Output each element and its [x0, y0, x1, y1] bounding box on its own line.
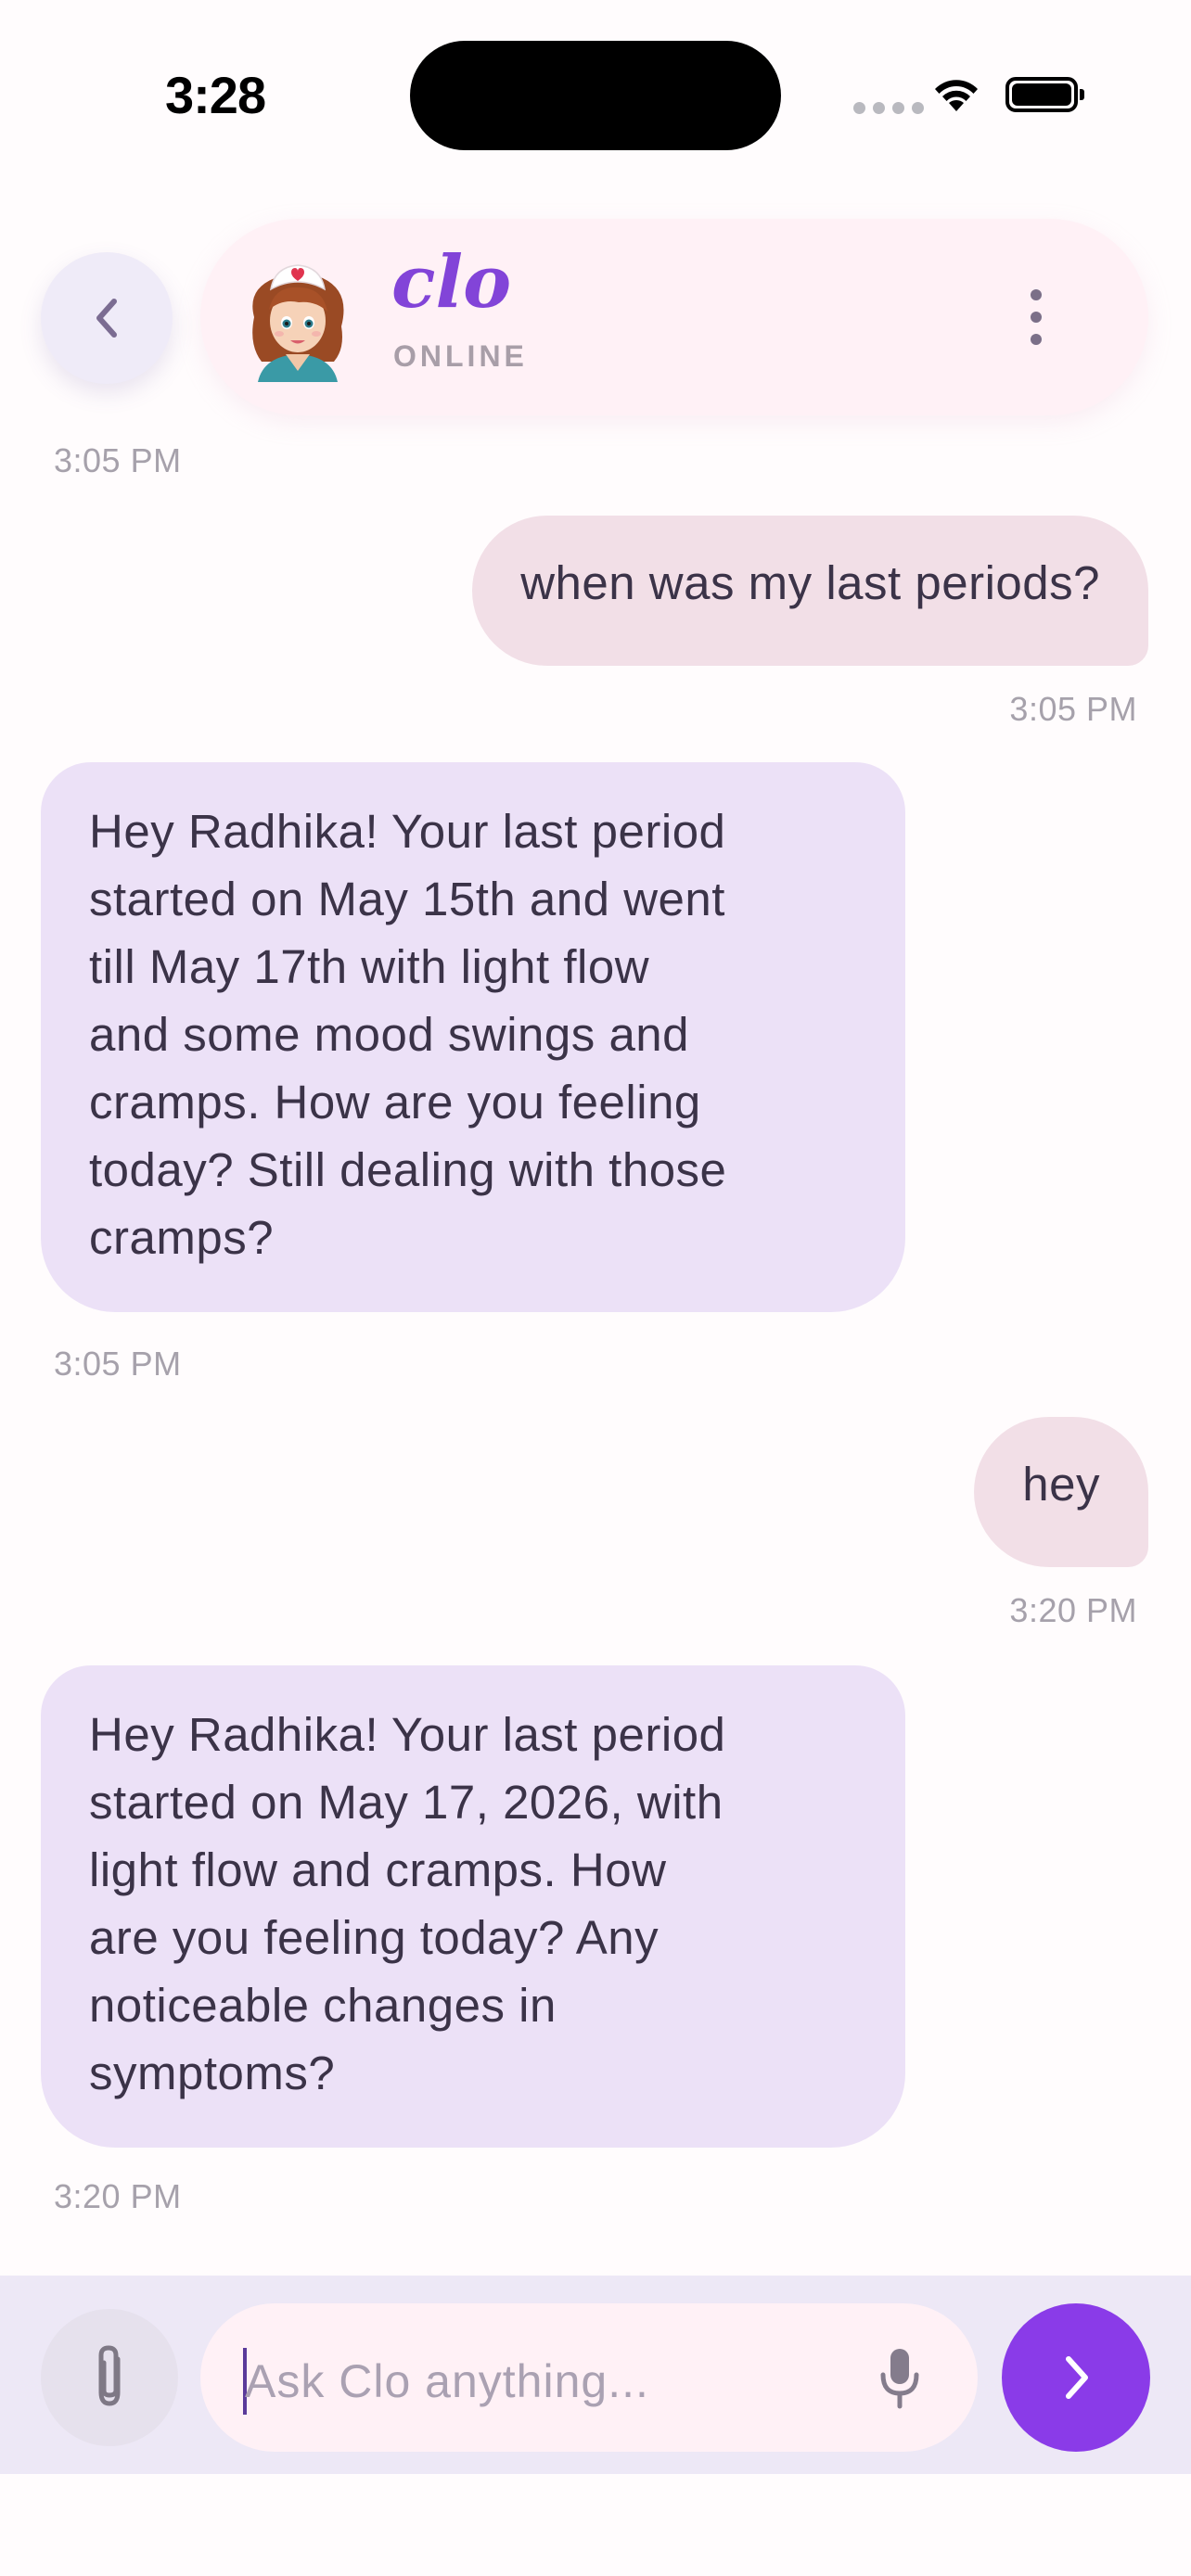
- bot-message-bubble: Hey Radhika! Your last period started on…: [41, 762, 905, 1312]
- message-timestamp: 3:20 PM: [54, 2177, 182, 2215]
- message-line: Hey Radhika! Your last period: [89, 1708, 726, 1761]
- bot-message-bubble: Hey Radhika! Your last period started on…: [41, 1665, 905, 2148]
- user-message-bubble: hey: [974, 1417, 1148, 1567]
- message-text: hey: [1022, 1458, 1100, 1511]
- message-line: cramps. How are you feeling: [89, 1076, 701, 1129]
- message-line: Hey Radhika! Your last period: [89, 805, 726, 858]
- message-input[interactable]: [245, 2346, 839, 2417]
- message-line: and some mood swings and: [89, 1008, 690, 1061]
- message-line: noticeable changes in: [89, 1979, 557, 2032]
- message-line: are you feeling today? Any: [89, 1911, 660, 1964]
- message-line: today? Still dealing with those: [89, 1143, 727, 1196]
- more-options-button[interactable]: [1017, 289, 1056, 345]
- attach-button[interactable]: [41, 2309, 178, 2446]
- bot-avatar: [252, 264, 344, 382]
- microphone-button[interactable]: [870, 2344, 929, 2413]
- back-button[interactable]: [41, 252, 173, 384]
- message-line: till May 17th with light flow: [89, 940, 650, 993]
- cellular-signal-icon: [853, 102, 924, 114]
- paperclip-icon: [98, 2345, 121, 2406]
- chevron-left-icon: [96, 299, 117, 338]
- more-vertical-icon: [1031, 289, 1042, 300]
- chat-screen: 3:28 clo ONLINE 3:05 PM when was my last…: [0, 0, 1191, 2576]
- status-time: 3:28: [165, 66, 266, 124]
- message-line: cramps?: [89, 1211, 275, 1264]
- message-text: when was my last periods?: [520, 556, 1100, 609]
- message-line: started on May 17, 2026, with: [89, 1776, 724, 1829]
- message-timestamp: 3:05 PM: [54, 441, 182, 479]
- battery-icon: [1005, 77, 1084, 112]
- wifi-icon: [935, 80, 978, 111]
- bot-status: ONLINE: [393, 339, 528, 373]
- microphone-icon: [880, 2349, 919, 2409]
- message-timestamp: 3:05 PM: [1009, 690, 1137, 728]
- message-line: started on May 15th and went: [89, 873, 725, 925]
- bot-name: clo: [391, 240, 512, 325]
- dynamic-island: [410, 41, 781, 150]
- user-message-bubble: when was my last periods?: [472, 516, 1148, 666]
- send-button[interactable]: [1002, 2303, 1150, 2452]
- message-line: light flow and cramps. How: [89, 1843, 667, 1896]
- message-line: symptoms?: [89, 2047, 336, 2099]
- chevron-right-icon: [1066, 2356, 1088, 2399]
- message-timestamp: 3:20 PM: [1009, 1591, 1137, 1629]
- message-timestamp: 3:05 PM: [54, 1345, 182, 1383]
